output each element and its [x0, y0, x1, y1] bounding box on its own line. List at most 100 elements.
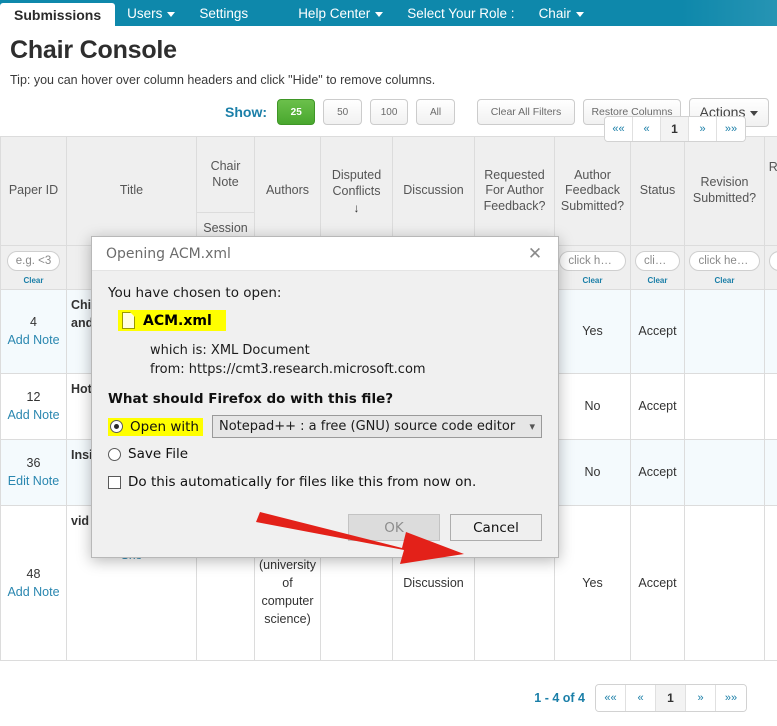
- clear-all-filters-button[interactable]: Clear All Filters: [477, 99, 575, 125]
- column-header-requested-for-camera-ready[interactable]: Requested For Camera Ready: [765, 137, 777, 246]
- filter-clear-revision-submitted[interactable]: Clear: [688, 276, 761, 285]
- open-with-application-value: Notepad++ : a free (GNU) source code edi…: [219, 419, 515, 434]
- cell-requested-for-camera-ready[interactable]: Ye: [765, 439, 777, 505]
- pager-next-button[interactable]: »: [689, 117, 717, 141]
- filter-input-revision-submitted[interactable]: click here...: [689, 251, 759, 271]
- page-size-50-label: 50: [337, 107, 348, 118]
- column-header-revision-submitted[interactable]: Revision Submitted?: [685, 137, 765, 246]
- cell-status[interactable]: Accept: [631, 289, 685, 373]
- nav-item-settings[interactable]: Settings: [187, 0, 260, 26]
- add-note-link[interactable]: Add Note: [5, 406, 62, 424]
- filter-clear-author-feedback-submitted[interactable]: Clear: [558, 276, 627, 285]
- file-source-value: https://cmt3.research.microsoft.com: [189, 362, 426, 377]
- filter-cell-revision-submitted: click here... Clear: [685, 245, 765, 289]
- filter-cell-author-feedback-submitted: click here... Clear: [555, 245, 631, 289]
- pager-prev-button[interactable]: «: [633, 117, 661, 141]
- page-size-25-button[interactable]: 25: [277, 99, 315, 125]
- do-this-automatically-checkbox[interactable]: [108, 476, 121, 489]
- footer-pager-page-1-button[interactable]: 1: [656, 685, 686, 711]
- cell-revision-submitted: [685, 373, 765, 439]
- filter-clear-status[interactable]: Clear: [634, 276, 681, 285]
- cell-author-feedback-submitted: Yes: [555, 505, 631, 660]
- save-file-radio[interactable]: [108, 448, 121, 461]
- column-header-status[interactable]: Status: [631, 137, 685, 246]
- close-icon[interactable]: ✕: [522, 241, 548, 267]
- cell-status[interactable]: Accept: [631, 439, 685, 505]
- file-type-value: XML Document: [211, 343, 310, 358]
- filter-clear-requested-for-camera-ready[interactable]: Clear: [768, 276, 777, 285]
- open-with-highlight: Open with: [108, 418, 203, 436]
- nav-item-users[interactable]: Users: [115, 0, 187, 26]
- do-this-automatically-row[interactable]: Do this automatically for files like thi…: [108, 474, 542, 490]
- dialog-titlebar: Opening ACM.xml ✕: [92, 237, 558, 271]
- column-header-title[interactable]: Title: [67, 137, 197, 246]
- open-with-radio[interactable]: [110, 420, 123, 433]
- nav-item-chair[interactable]: Chair: [527, 0, 596, 26]
- pager-page-1-button[interactable]: 1: [661, 117, 689, 141]
- footer-pager-prev-button[interactable]: «: [626, 685, 656, 711]
- filter-input-author-feedback-submitted[interactable]: click here...: [559, 251, 625, 271]
- nav-right-highlight: [681, 0, 777, 26]
- cell-revision-submitted: [685, 505, 765, 660]
- open-with-application-select[interactable]: Notepad++ : a free (GNU) source code edi…: [212, 415, 542, 438]
- dialog-question: What should Firefox do with this file?: [108, 391, 542, 407]
- nav-item-help-center[interactable]: Help Center: [286, 0, 395, 26]
- filter-clear-paper-id[interactable]: Clear: [4, 276, 63, 285]
- add-note-link[interactable]: Add Note: [5, 583, 62, 601]
- save-file-row[interactable]: Save File: [108, 446, 542, 462]
- nav-item-settings-label: Settings: [199, 6, 248, 21]
- cell-requested-for-camera-ready[interactable]: Ye: [765, 373, 777, 439]
- cell-status[interactable]: Accept: [631, 505, 685, 660]
- cell-paper-id: 48 Add Note: [1, 505, 67, 660]
- column-header-authors[interactable]: Authors: [255, 137, 321, 246]
- chosen-file-name: ACM.xml: [143, 313, 212, 329]
- sort-descending-icon: ↓: [324, 202, 389, 214]
- filter-input-paper-id[interactable]: e.g. <3: [7, 251, 61, 271]
- table-header-row: Paper ID Title Chair Note Session Author…: [1, 137, 777, 246]
- paper-id-value: 12: [5, 388, 62, 406]
- chosen-file-row: ACM.xml: [118, 310, 226, 331]
- cell-revision-submitted: [685, 289, 765, 373]
- add-note-link[interactable]: Add Note: [5, 331, 62, 349]
- cancel-button[interactable]: Cancel: [450, 514, 542, 541]
- column-header-disputed-conflicts-label: Disputed Conflicts: [332, 168, 381, 198]
- cell-requested-for-camera-ready[interactable]: Ye: [765, 289, 777, 373]
- page-size-50-button[interactable]: 50: [323, 99, 361, 125]
- footer-pager-next-button[interactable]: »: [686, 685, 716, 711]
- chevron-down-icon: [375, 12, 383, 17]
- cell-author-feedback-submitted: Yes: [555, 289, 631, 373]
- column-header-author-feedback-submitted[interactable]: Author Feedback Submitted?: [555, 137, 631, 246]
- column-header-disputed-conflicts[interactable]: Disputed Conflicts ↓: [321, 137, 393, 246]
- paper-id-value: 48: [5, 565, 62, 583]
- cell-paper-id: 36 Edit Note: [1, 439, 67, 505]
- footer-pager-first-button[interactable]: ««: [596, 685, 626, 711]
- dialog-intro-text: You have chosen to open:: [108, 285, 542, 301]
- filter-input-requested-for-camera-ready[interactable]: Select...: [769, 251, 777, 271]
- page-size-25-label: 25: [291, 107, 302, 118]
- pager-first-button[interactable]: ««: [605, 117, 633, 141]
- column-header-discussion[interactable]: Discussion: [393, 137, 475, 246]
- opening-file-dialog[interactable]: Opening ACM.xml ✕ You have chosen to ope…: [91, 236, 559, 558]
- result-count: 1 - 4 of 4: [534, 691, 585, 705]
- table-top-pager: «« « 1 » »»: [604, 116, 746, 142]
- paper-id-value: 4: [5, 313, 62, 331]
- page-size-all-button[interactable]: All: [416, 99, 454, 125]
- pager-last-button[interactable]: »»: [717, 117, 745, 141]
- cell-requested-for-camera-ready[interactable]: Ye: [765, 505, 777, 660]
- ok-button[interactable]: OK: [348, 514, 440, 541]
- edit-note-link[interactable]: Edit Note: [5, 472, 62, 490]
- show-label: Show:: [225, 104, 267, 120]
- column-header-paper-id[interactable]: Paper ID: [1, 137, 67, 246]
- filter-cell-requested-for-camera-ready: Select... Clear: [765, 245, 777, 289]
- footer-pager-last-button[interactable]: »»: [716, 685, 746, 711]
- cell-author-feedback-submitted: No: [555, 373, 631, 439]
- chevron-down-icon: [576, 12, 584, 17]
- column-header-chair-note[interactable]: Chair Note Session: [197, 137, 255, 246]
- page-size-100-button[interactable]: 100: [370, 99, 408, 125]
- nav-item-help-center-label: Help Center: [298, 6, 370, 21]
- column-header-requested-for-author-feedback[interactable]: Requested For Author Feedback?: [475, 137, 555, 246]
- save-file-label: Save File: [128, 446, 188, 462]
- nav-tab-submissions[interactable]: Submissions: [0, 3, 115, 26]
- filter-input-status[interactable]: click h: [635, 251, 680, 271]
- cell-status[interactable]: Accept: [631, 373, 685, 439]
